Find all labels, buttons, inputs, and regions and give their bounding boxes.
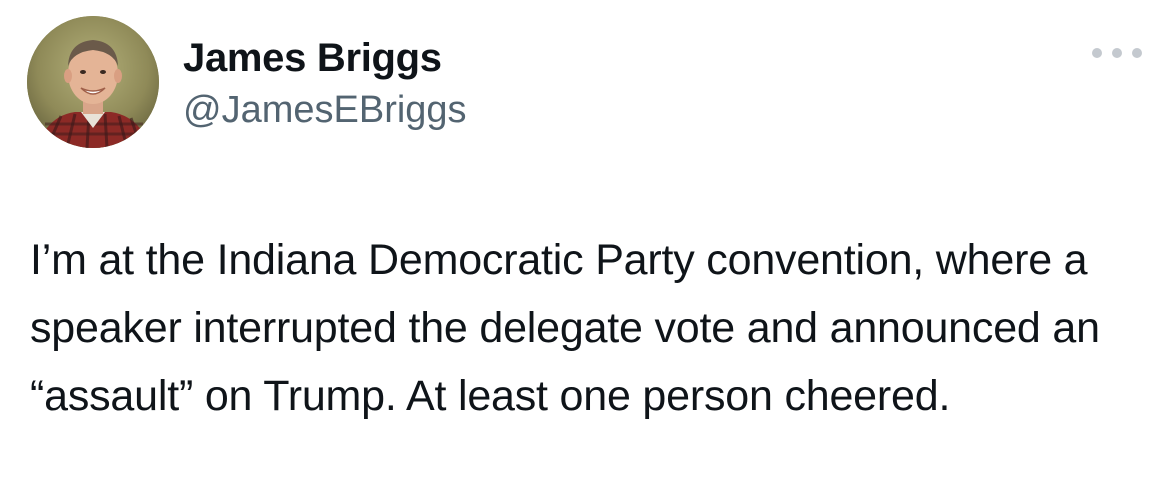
author-block: James Briggs @JamesEBriggs	[183, 34, 467, 134]
author-display-name[interactable]: James Briggs	[183, 34, 467, 82]
author-handle[interactable]: @JamesEBriggs	[183, 86, 467, 134]
more-dot	[1132, 48, 1142, 58]
author-avatar[interactable]	[27, 16, 159, 148]
tweet-card: James Briggs @JamesEBriggs I’m at the In…	[0, 0, 1170, 500]
avatar-photo-icon	[27, 16, 159, 148]
more-options-icon[interactable]	[1092, 40, 1142, 66]
more-dot	[1112, 48, 1122, 58]
more-dot	[1092, 48, 1102, 58]
tweet-text: I’m at the Indiana Democratic Party conv…	[30, 236, 1100, 420]
